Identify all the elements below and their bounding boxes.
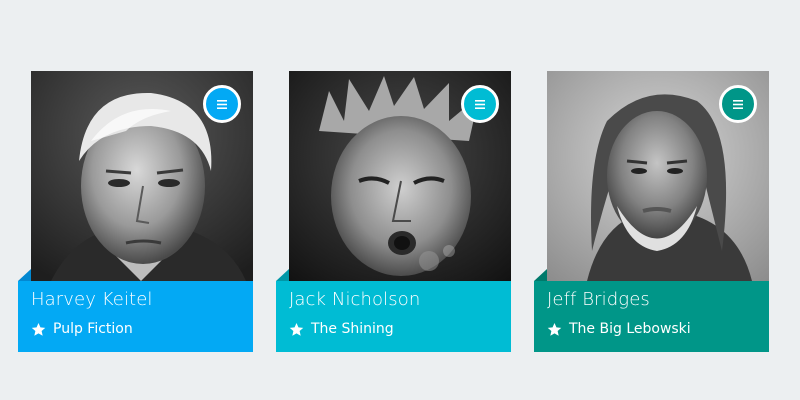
card-fold-corner xyxy=(18,269,31,281)
movie-title: The Big Lebowski xyxy=(569,321,691,337)
movie-title: Pulp Fiction xyxy=(53,321,133,337)
menu-button[interactable] xyxy=(719,85,757,123)
menu-button[interactable] xyxy=(203,85,241,123)
profile-card: Harvey Keitel Pulp Fiction xyxy=(18,71,253,352)
profile-card: Jack Nicholson The Shining xyxy=(276,71,511,352)
card-caption: Jack Nicholson The Shining xyxy=(276,281,511,352)
menu-icon xyxy=(475,99,485,109)
star-icon xyxy=(31,322,46,337)
movie-title: The Shining xyxy=(311,321,394,337)
menu-icon xyxy=(733,99,743,109)
actor-name: Jack Nicholson xyxy=(289,289,421,310)
menu-icon xyxy=(217,99,227,109)
actor-name: Jeff Bridges xyxy=(547,289,650,310)
star-icon xyxy=(547,322,562,337)
movie-title-row: The Big Lebowski xyxy=(547,321,691,337)
profile-card: Jeff Bridges The Big Lebowski xyxy=(534,71,769,352)
actor-name: Harvey Keitel xyxy=(31,289,153,310)
menu-button[interactable] xyxy=(461,85,499,123)
card-fold-corner xyxy=(276,269,289,281)
card-caption: Jeff Bridges The Big Lebowski xyxy=(534,281,769,352)
movie-title-row: Pulp Fiction xyxy=(31,321,133,337)
movie-title-row: The Shining xyxy=(289,321,394,337)
card-caption: Harvey Keitel Pulp Fiction xyxy=(18,281,253,352)
star-icon xyxy=(289,322,304,337)
card-fold-corner xyxy=(534,269,547,281)
